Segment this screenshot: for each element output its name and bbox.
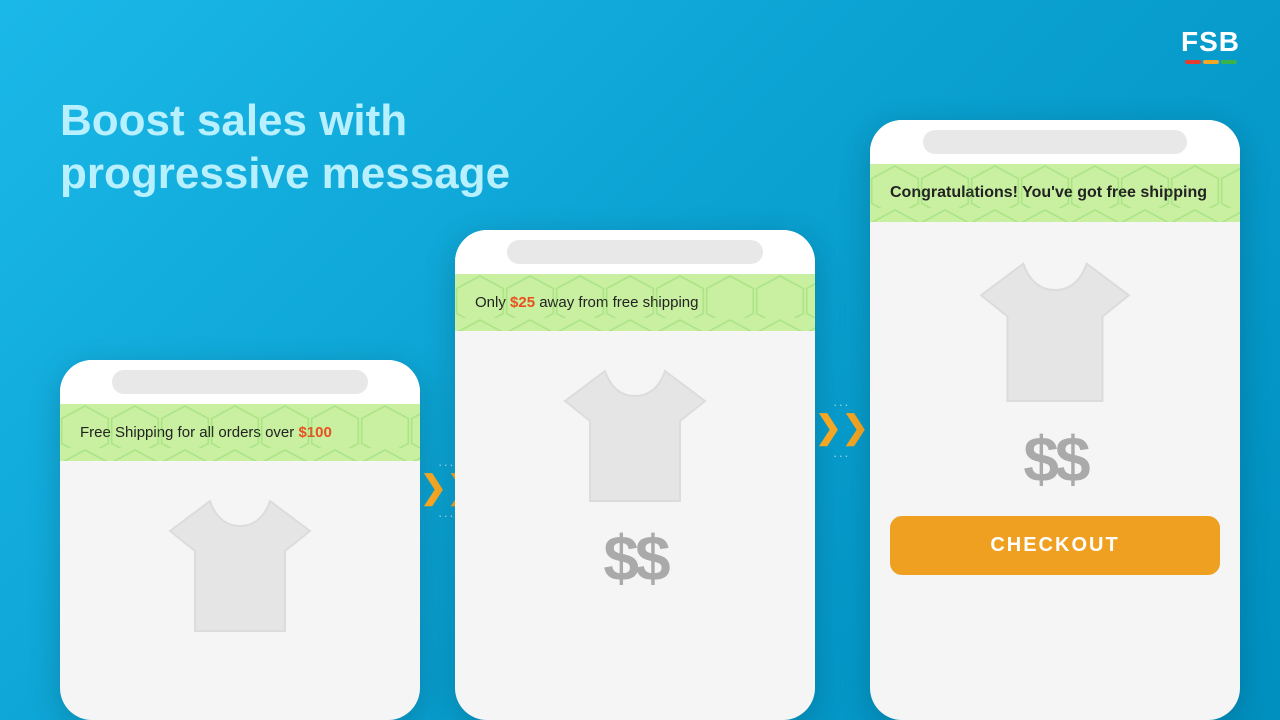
logo-bar-green bbox=[1221, 60, 1237, 64]
phone3-tshirt-icon bbox=[960, 242, 1150, 412]
phone2-banner: Only $25 away from free shipping bbox=[455, 274, 815, 331]
phone3-banner: Congratulations! You've got free shippin… bbox=[870, 164, 1240, 222]
phone3-banner-text: Congratulations! You've got free shippin… bbox=[890, 184, 1207, 201]
phone2-price: $$ bbox=[603, 521, 666, 595]
logo-text: FSB bbox=[1181, 28, 1240, 56]
phone1-urlbar bbox=[112, 370, 368, 394]
phone2-banner-text-before: Only bbox=[475, 294, 510, 311]
arrow2-chevron: ❯❯ bbox=[815, 411, 869, 443]
headline-line1: Boost sales with bbox=[60, 96, 407, 145]
phone2-banner-text-after: away from free shipping bbox=[535, 294, 698, 311]
phone1-banner-amount: $100 bbox=[298, 424, 331, 441]
phone1-banner: Free Shipping for all orders over $100 bbox=[60, 404, 420, 461]
phone-mockup-2: Only $25 away from free shipping $$ bbox=[455, 230, 815, 720]
checkout-button[interactable]: CHECKOUT bbox=[890, 516, 1220, 575]
logo-bar bbox=[1185, 60, 1237, 64]
arrow1-dots-bottom: ... bbox=[438, 505, 455, 520]
arrow2-dots-top: ... bbox=[833, 394, 850, 409]
phone1-banner-text-before: Free Shipping for all orders over bbox=[80, 424, 298, 441]
logo-bar-red bbox=[1185, 60, 1201, 64]
phone3-topbar bbox=[870, 120, 1240, 164]
fsb-logo: FSB bbox=[1181, 28, 1240, 64]
arrow2-dots-bottom: ... bbox=[833, 445, 850, 460]
phone1-tshirt-container bbox=[60, 461, 420, 651]
phone-mockup-3: Congratulations! You've got free shippin… bbox=[870, 120, 1240, 720]
phone3-urlbar bbox=[923, 130, 1187, 154]
arrow1-dots-top: ... bbox=[438, 454, 455, 469]
headline: Boost sales with progressive message bbox=[60, 95, 510, 201]
phone3-price: $$ bbox=[1023, 422, 1086, 496]
logo-bar-orange bbox=[1203, 60, 1219, 64]
phone2-tshirt-container bbox=[455, 331, 815, 521]
phone2-price-container: $$ bbox=[455, 521, 815, 605]
arrow-group-2: ... ❯❯ ... bbox=[815, 394, 869, 460]
phone3-tshirt-container bbox=[870, 222, 1240, 422]
phone1-topbar bbox=[60, 360, 420, 404]
phone2-banner-amount: $25 bbox=[510, 294, 535, 311]
headline-line2: progressive message bbox=[60, 149, 510, 198]
phone3-price-container: $$ bbox=[870, 422, 1240, 506]
phone-mockup-1: Free Shipping for all orders over $100 bbox=[60, 360, 420, 720]
phone2-urlbar bbox=[507, 240, 763, 264]
phone2-topbar bbox=[455, 230, 815, 274]
phone1-tshirt-icon bbox=[150, 481, 330, 641]
headline-text: Boost sales with progressive message bbox=[60, 95, 510, 201]
phone2-tshirt-icon bbox=[545, 351, 725, 511]
